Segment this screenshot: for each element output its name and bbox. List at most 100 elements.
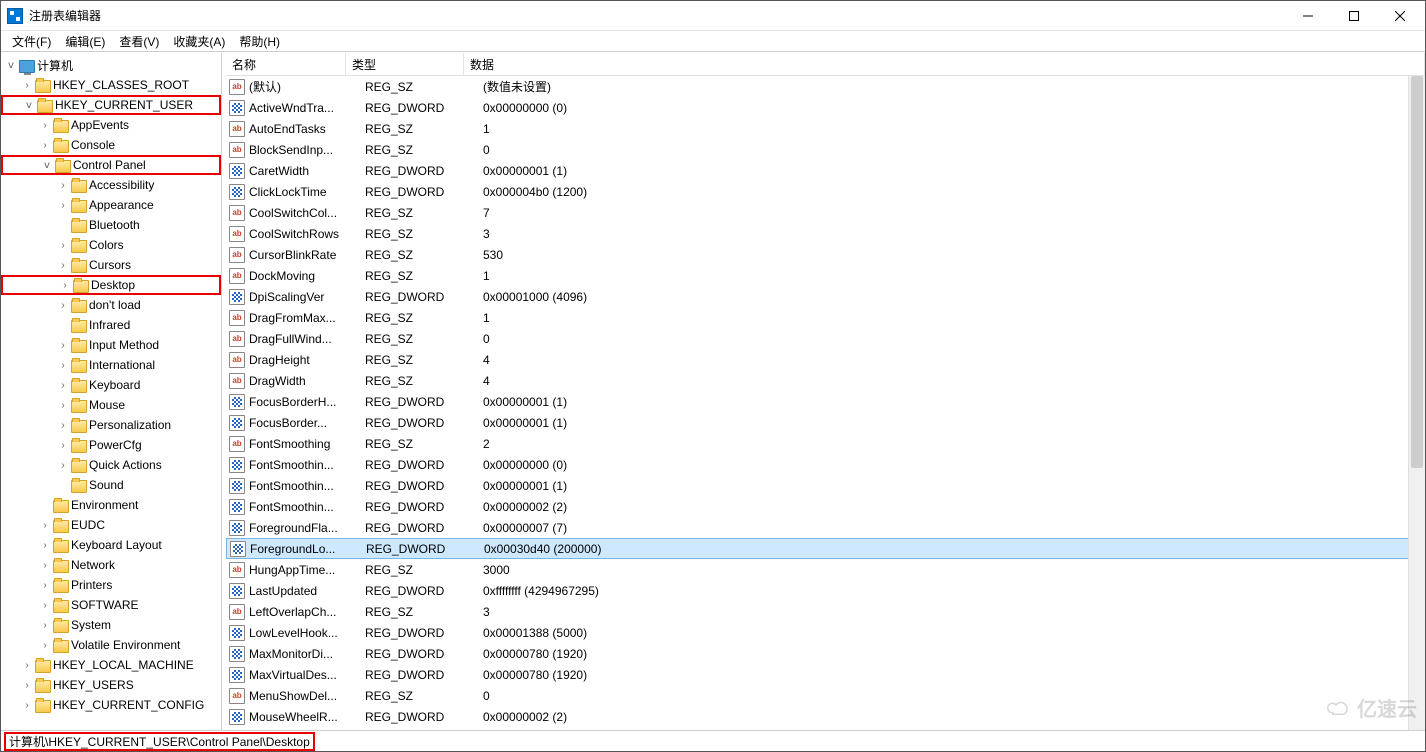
tree-cp-infrared[interactable]: ·Infrared <box>1 315 221 335</box>
list-row[interactable]: CoolSwitchRowsREG_SZ3 <box>226 223 1425 244</box>
list-row[interactable]: ForegroundLo...REG_DWORD0x00030d40 (2000… <box>226 538 1425 559</box>
tree-cp-colors[interactable]: ›Colors <box>1 235 221 255</box>
expander-icon[interactable]: › <box>55 297 71 313</box>
tree-root[interactable]: ⅴ 计算机 <box>1 55 221 75</box>
expander-icon[interactable]: › <box>37 537 53 553</box>
menu-help[interactable]: 帮助(H) <box>232 31 287 52</box>
list-row[interactable]: FontSmoothin...REG_DWORD0x00000002 (2) <box>226 496 1425 517</box>
list-row[interactable]: FontSmoothin...REG_DWORD0x00000001 (1) <box>226 475 1425 496</box>
list-row[interactable]: LeftOverlapCh...REG_SZ3 <box>226 601 1425 622</box>
tree-hku[interactable]: ›HKEY_USERS <box>1 675 221 695</box>
list-row[interactable]: MouseWheelR...REG_DWORD0x00000002 (2) <box>226 706 1425 727</box>
list-row[interactable]: AutoEndTasksREG_SZ1 <box>226 118 1425 139</box>
list-row[interactable]: ClickLockTimeREG_DWORD0x000004b0 (1200) <box>226 181 1425 202</box>
tree-controlpanel[interactable]: ⅴControl Panel <box>1 155 221 175</box>
menu-file[interactable]: 文件(F) <box>5 31 58 52</box>
expander-icon[interactable]: › <box>55 337 71 353</box>
expander-icon[interactable]: › <box>57 277 73 293</box>
close-button[interactable] <box>1377 1 1423 30</box>
tree-hklm[interactable]: ›HKEY_LOCAL_MACHINE <box>1 655 221 675</box>
tree-cp-bluetooth[interactable]: ·Bluetooth <box>1 215 221 235</box>
tree-cp-don-t-load[interactable]: ›don't load <box>1 295 221 315</box>
list-row[interactable]: DragHeightREG_SZ4 <box>226 349 1425 370</box>
tree-system[interactable]: ›System <box>1 615 221 635</box>
tree-eudc[interactable]: ›EUDC <box>1 515 221 535</box>
expander-icon[interactable]: › <box>55 197 71 213</box>
list-row[interactable]: BlockSendInp...REG_SZ0 <box>226 139 1425 160</box>
list-row[interactable]: LastUpdatedREG_DWORD0xffffffff (42949672… <box>226 580 1425 601</box>
maximize-button[interactable] <box>1331 1 1377 30</box>
tree-software[interactable]: ›SOFTWARE <box>1 595 221 615</box>
titlebar[interactable]: 注册表编辑器 <box>1 1 1425 31</box>
minimize-button[interactable] <box>1285 1 1331 30</box>
column-data[interactable]: 数据 <box>464 53 1425 75</box>
expander-icon[interactable]: › <box>55 237 71 253</box>
expander-icon[interactable]: › <box>37 557 53 573</box>
list-row[interactable]: ForegroundFla...REG_DWORD0x00000007 (7) <box>226 517 1425 538</box>
list-row[interactable]: MaxMonitorDi...REG_DWORD0x00000780 (1920… <box>226 643 1425 664</box>
tree-network[interactable]: ›Network <box>1 555 221 575</box>
list-row[interactable]: DockMovingREG_SZ1 <box>226 265 1425 286</box>
expander-icon[interactable]: › <box>37 117 53 133</box>
expander-icon[interactable]: › <box>55 437 71 453</box>
registry-tree[interactable]: ⅴ 计算机 ›HKEY_CLASSES_ROOT ⅴHKEY_CURRENT_U… <box>1 53 222 730</box>
column-type[interactable]: 类型 <box>346 53 464 75</box>
expander-icon[interactable]: ⅴ <box>21 97 37 113</box>
list-row[interactable]: FocusBorder...REG_DWORD0x00000001 (1) <box>226 412 1425 433</box>
tree-printers[interactable]: ›Printers <box>1 575 221 595</box>
list-row[interactable]: FocusBorderH...REG_DWORD0x00000001 (1) <box>226 391 1425 412</box>
tree-cp-quick-actions[interactable]: ›Quick Actions <box>1 455 221 475</box>
tree-cp-keyboard[interactable]: ›Keyboard <box>1 375 221 395</box>
list-row[interactable]: DpiScalingVerREG_DWORD0x00001000 (4096) <box>226 286 1425 307</box>
tree-appevents[interactable]: ›AppEvents <box>1 115 221 135</box>
list-row[interactable]: ActiveWndTra...REG_DWORD0x00000000 (0) <box>226 97 1425 118</box>
list-row[interactable]: HungAppTime...REG_SZ3000 <box>226 559 1425 580</box>
list-row[interactable]: CoolSwitchCol...REG_SZ7 <box>226 202 1425 223</box>
expander-icon[interactable]: › <box>55 257 71 273</box>
expander-icon[interactable]: › <box>19 677 35 693</box>
menu-edit[interactable]: 编辑(E) <box>58 31 112 52</box>
tree-volatile[interactable]: ›Volatile Environment <box>1 635 221 655</box>
expander-icon[interactable]: › <box>19 697 35 713</box>
expander-icon[interactable]: › <box>37 597 53 613</box>
tree-cp-cursors[interactable]: ›Cursors <box>1 255 221 275</box>
scrollbar-thumb[interactable] <box>1411 76 1423 468</box>
tree-hkcu[interactable]: ⅴHKEY_CURRENT_USER <box>1 95 221 115</box>
tree-cp-international[interactable]: ›International <box>1 355 221 375</box>
tree-cp-accessibility[interactable]: ›Accessibility <box>1 175 221 195</box>
expander-icon[interactable]: › <box>55 357 71 373</box>
expander-icon[interactable]: › <box>37 637 53 653</box>
menu-favorites[interactable]: 收藏夹(A) <box>166 31 232 52</box>
expander-icon[interactable]: › <box>37 617 53 633</box>
list-row[interactable]: DragWidthREG_SZ4 <box>226 370 1425 391</box>
expander-icon[interactable]: › <box>19 77 35 93</box>
expander-icon[interactable]: › <box>37 577 53 593</box>
tree-hkcr[interactable]: ›HKEY_CLASSES_ROOT <box>1 75 221 95</box>
list-row[interactable]: MaxVirtualDes...REG_DWORD0x00000780 (192… <box>226 664 1425 685</box>
list-row[interactable]: FontSmoothingREG_SZ2 <box>226 433 1425 454</box>
tree-hkcc[interactable]: ›HKEY_CURRENT_CONFIG <box>1 695 221 715</box>
list-row[interactable]: DragFromMax...REG_SZ1 <box>226 307 1425 328</box>
vertical-scrollbar[interactable] <box>1408 76 1425 730</box>
list-row[interactable]: DragFullWind...REG_SZ0 <box>226 328 1425 349</box>
tree-console[interactable]: ›Console <box>1 135 221 155</box>
expander-icon[interactable]: › <box>55 377 71 393</box>
tree-cp-appearance[interactable]: ›Appearance <box>1 195 221 215</box>
list-row[interactable]: CaretWidthREG_DWORD0x00000001 (1) <box>226 160 1425 181</box>
expander-icon[interactable]: ⅴ <box>3 57 19 73</box>
expander-icon[interactable]: › <box>55 397 71 413</box>
expander-icon[interactable]: › <box>55 457 71 473</box>
tree-keyboardlayout[interactable]: ›Keyboard Layout <box>1 535 221 555</box>
tree-cp-powercfg[interactable]: ›PowerCfg <box>1 435 221 455</box>
list-row[interactable]: MenuShowDel...REG_SZ0 <box>226 685 1425 706</box>
expander-icon[interactable]: › <box>37 517 53 533</box>
expander-icon[interactable]: ⅴ <box>39 157 55 173</box>
expander-icon[interactable]: › <box>19 657 35 673</box>
tree-cp-mouse[interactable]: ›Mouse <box>1 395 221 415</box>
tree-cp-desktop[interactable]: ›Desktop <box>1 275 221 295</box>
list-row[interactable]: LowLevelHook...REG_DWORD0x00001388 (5000… <box>226 622 1425 643</box>
list-body[interactable]: (默认)REG_SZ(数值未设置)ActiveWndTra...REG_DWOR… <box>226 76 1425 730</box>
expander-icon[interactable]: › <box>55 417 71 433</box>
expander-icon[interactable]: › <box>37 137 53 153</box>
list-row[interactable]: (默认)REG_SZ(数值未设置) <box>226 76 1425 97</box>
